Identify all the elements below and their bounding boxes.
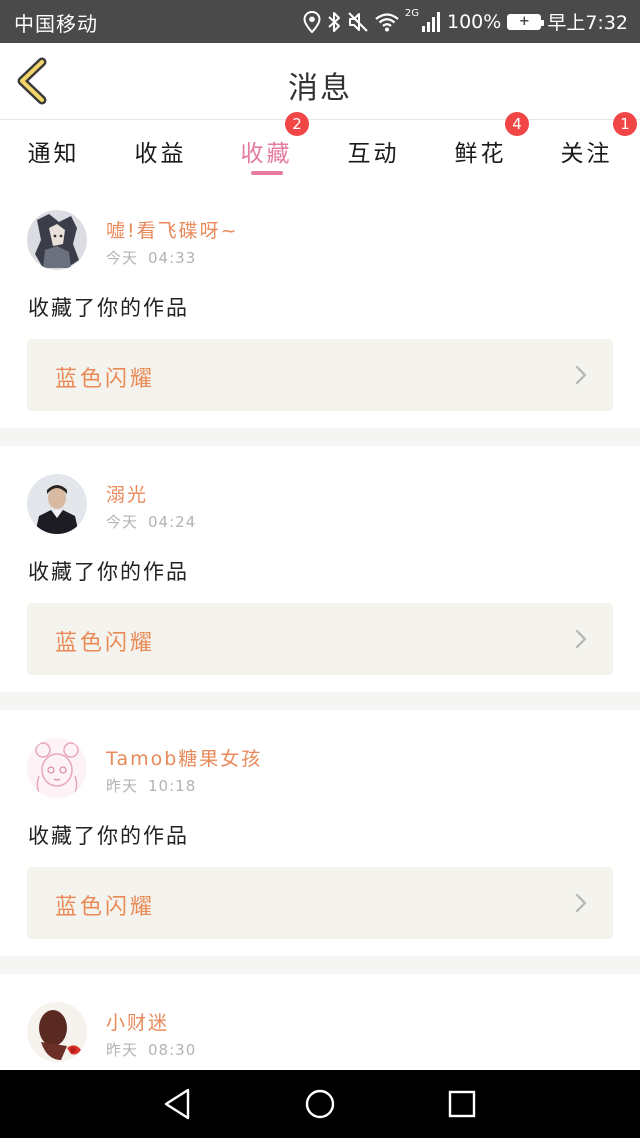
message-card: 溺光 今天 04:24 收藏了你的作品 蓝色闪耀	[0, 446, 640, 692]
timestamp-day: 昨天	[106, 1041, 139, 1059]
app-header: 消息	[0, 43, 640, 120]
tab-active-indicator	[250, 171, 283, 175]
tab-interactions[interactable]: 互动	[320, 120, 427, 182]
timestamp: 昨天 08:30	[106, 1039, 196, 1060]
nav-home-button[interactable]	[300, 1084, 340, 1124]
tab-label: 收益	[134, 141, 187, 167]
timestamp-time: 04:33	[148, 249, 197, 267]
message-card: 小财迷 昨天 08:30	[0, 974, 640, 1070]
avatar[interactable]	[27, 474, 87, 534]
message-list: 嘘!看飞碟呀~ 今天 04:33 收藏了你的作品 蓝色闪耀 溺光 今天 04:24	[0, 182, 640, 1070]
timestamp-day: 昨天	[106, 777, 139, 795]
page-title: 消息	[288, 71, 352, 106]
nav-home-icon	[305, 1089, 335, 1119]
avatar[interactable]	[27, 738, 87, 798]
avatar-image	[27, 1002, 87, 1062]
tab-bar: 通知 收益 收藏 2 互动 鲜花 4 关注 1	[0, 112, 640, 182]
sender-name[interactable]: Tamob糖果女孩	[106, 744, 262, 771]
wifi-icon	[375, 12, 399, 31]
tab-label: 鲜花	[454, 141, 507, 167]
signal-icon	[422, 11, 440, 32]
timestamp: 今天 04:33	[106, 247, 196, 268]
timestamp-day: 今天	[106, 249, 139, 267]
tab-badge: 1	[613, 112, 637, 136]
work-link[interactable]: 蓝色闪耀	[27, 603, 613, 675]
system-nav-bar	[0, 1070, 640, 1138]
work-title: 蓝色闪耀	[55, 631, 156, 656]
message-card: Tamob糖果女孩 昨天 10:18 收藏了你的作品 蓝色闪耀	[0, 710, 640, 956]
timestamp: 今天 04:24	[106, 511, 196, 532]
nav-back-button[interactable]	[158, 1084, 198, 1124]
sender-name[interactable]: 溺光	[106, 480, 148, 507]
carrier-label: 中国移动	[14, 12, 98, 36]
message-text: 收藏了你的作品	[28, 824, 189, 848]
avatar[interactable]	[27, 210, 87, 270]
sender-name[interactable]: 嘘!看飞碟呀~	[106, 216, 239, 243]
work-link[interactable]: 蓝色闪耀	[27, 867, 613, 939]
message-card: 嘘!看飞碟呀~ 今天 04:33 收藏了你的作品 蓝色闪耀	[0, 182, 640, 428]
avatar-image	[27, 738, 87, 798]
chevron-right-icon	[575, 893, 587, 913]
work-link[interactable]: 蓝色闪耀	[27, 339, 613, 411]
work-title: 蓝色闪耀	[55, 895, 156, 920]
network-type: 2G	[404, 8, 419, 19]
tab-badge: 2	[285, 112, 309, 136]
tab-earnings[interactable]: 收益	[107, 120, 214, 182]
mute-icon	[348, 11, 368, 32]
timestamp-time: 10:18	[148, 777, 197, 795]
tab-label: 关注	[560, 141, 613, 167]
tab-flowers[interactable]: 鲜花 4	[427, 112, 534, 182]
avatar-image	[27, 474, 87, 534]
status-icons: 2G 100% + 早上7:32	[303, 0, 628, 43]
tab-notifications[interactable]: 通知	[0, 120, 107, 182]
avatar-image	[27, 210, 87, 270]
nav-back-icon	[164, 1088, 190, 1120]
work-title: 蓝色闪耀	[55, 367, 156, 392]
battery-percent: 100%	[447, 10, 502, 33]
avatar[interactable]	[27, 1002, 87, 1062]
tab-favorites[interactable]: 收藏 2	[213, 112, 320, 182]
location-icon	[303, 10, 321, 33]
tab-label: 通知	[27, 141, 80, 167]
chevron-right-icon	[575, 629, 587, 649]
message-text: 收藏了你的作品	[28, 296, 189, 320]
status-bar: 中国移动 2G 100% + 早上7:32	[0, 0, 640, 43]
clock: 早上7:32	[547, 12, 628, 34]
bluetooth-icon	[328, 11, 340, 32]
tab-label: 互动	[347, 141, 400, 167]
tab-badge: 4	[505, 112, 529, 136]
tab-follows[interactable]: 关注 1	[533, 112, 640, 182]
timestamp-time: 04:24	[148, 513, 197, 531]
timestamp-day: 今天	[106, 513, 139, 531]
battery-icon: +	[507, 13, 545, 30]
nav-recents-button[interactable]	[442, 1084, 482, 1124]
timestamp-time: 08:30	[148, 1041, 197, 1059]
tab-label: 收藏	[240, 141, 293, 167]
timestamp: 昨天 10:18	[106, 775, 196, 796]
message-text: 收藏了你的作品	[28, 560, 189, 584]
sender-name[interactable]: 小财迷	[106, 1008, 169, 1035]
nav-recents-icon	[448, 1090, 476, 1118]
chevron-right-icon	[575, 365, 587, 385]
